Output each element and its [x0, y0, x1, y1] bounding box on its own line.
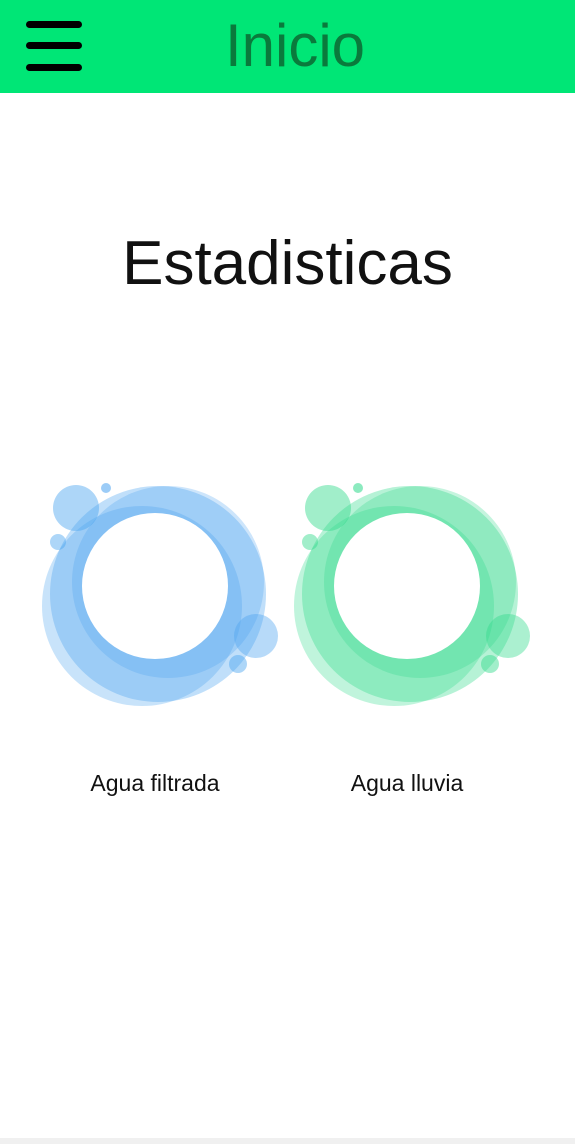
top-app-bar: Inicio	[0, 0, 575, 93]
bottom-divider	[0, 1138, 575, 1144]
water-ring-icon	[42, 483, 278, 706]
stat-label: Agua filtrada	[90, 770, 220, 796]
water-ring-icon	[294, 483, 530, 706]
stat-card-agua-lluvia[interactable]: Agua lluvia	[282, 478, 532, 808]
stat-card-agua-filtrada[interactable]: Agua filtrada	[30, 478, 280, 808]
stat-label: Agua lluvia	[350, 770, 464, 796]
page-title: Estadisticas	[122, 229, 453, 298]
app-screen: Inicio Estadisticas Agua filtrada Agua l…	[0, 0, 575, 1144]
app-bar-title: Inicio	[224, 12, 366, 79]
